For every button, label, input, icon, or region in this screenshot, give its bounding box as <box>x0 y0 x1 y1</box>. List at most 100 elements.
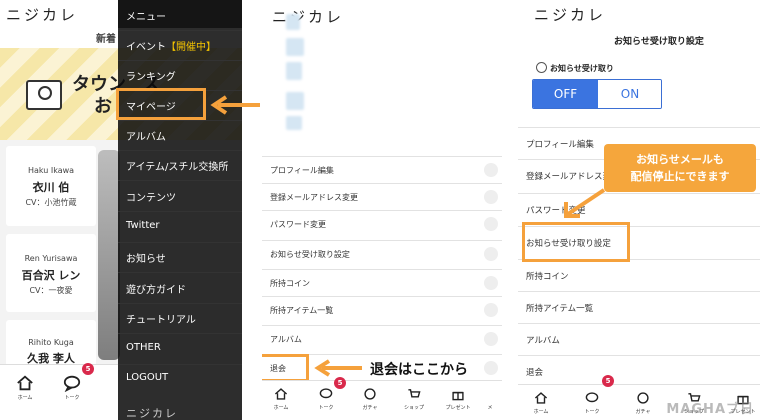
drawer-footer-logo: ニジカレ <box>126 407 178 420</box>
menu-item-other[interactable]: OTHER <box>126 342 161 353</box>
notification-toggle[interactable]: OFF ON <box>532 79 662 109</box>
gacha-icon[interactable] <box>636 391 650 405</box>
nav-talk-label: トーク <box>318 405 334 411</box>
nav-shop-label: ショップ <box>403 405 424 411</box>
character-card[interactable]: Haku Ikawa 衣川 伯 CV：小池竹蔵 <box>6 146 96 226</box>
toggle-label: お知らせ受け取り <box>550 64 614 73</box>
menu-item-event[interactable]: イベント【開催中】 <box>126 38 216 53</box>
talk-icon[interactable] <box>585 391 599 405</box>
home-icon[interactable] <box>274 387 288 401</box>
menu-row-items[interactable]: 所持アイテム一覧 <box>518 291 760 323</box>
nav-gacha-label: ガチャ <box>362 405 378 411</box>
divider <box>118 242 242 243</box>
divider <box>118 272 242 273</box>
menu-row-coins[interactable]: 所持コイン <box>518 259 760 291</box>
nav-talk-label: トーク <box>64 395 80 401</box>
blurred-content <box>286 62 302 80</box>
menu-row-album[interactable]: アルバム <box>518 323 760 355</box>
app-logo: ニジカレ <box>6 6 79 24</box>
divider <box>118 211 242 212</box>
bell-icon <box>536 62 547 73</box>
menu-row-coins[interactable]: 所持コイン <box>262 269 502 296</box>
withdraw-callout: 退会はここから <box>370 362 468 378</box>
nav-talk-label: トーク <box>584 409 600 415</box>
nav-gacha-label: ガチャ <box>635 409 651 415</box>
arrow-left-icon <box>210 95 260 115</box>
menu-item-contents[interactable]: コンテンツ <box>126 189 176 204</box>
blurred-content <box>286 38 304 56</box>
divider <box>118 180 242 181</box>
highlight-box-mypage <box>116 88 206 120</box>
blurred-content <box>286 14 300 30</box>
nav-menu-label: メ <box>487 405 493 411</box>
cart-icon[interactable] <box>407 387 421 401</box>
blurred-content <box>286 92 304 110</box>
bottom-nav: ホーム トーク 5 ガチャ ショップ プレゼント メ <box>262 377 502 420</box>
menu-item-album[interactable]: アルバム <box>126 128 166 143</box>
nav-home-label: ホーム <box>17 395 33 401</box>
side-menu-drawer: メニュー イベント【開催中】 ランキング マイページ アルバム アイテム/スチル… <box>118 0 242 420</box>
character-card[interactable]: Rihito Kuga 久我 李人 <box>6 320 96 366</box>
nav-present-label: プレゼント <box>445 405 471 411</box>
gift-icon[interactable] <box>451 387 465 401</box>
talk-icon[interactable] <box>63 374 81 392</box>
divider <box>118 364 242 365</box>
monitor-icon <box>26 80 62 110</box>
menu-item-twitter[interactable]: Twitter <box>126 220 160 231</box>
divider <box>118 150 242 151</box>
nav-home-label: ホーム <box>273 405 289 411</box>
page-title: お知らせ受け取り設定 <box>614 37 704 47</box>
drawer-title: メニュー <box>126 12 166 23</box>
home-icon[interactable] <box>534 391 548 405</box>
arrow-down-left-icon <box>564 188 606 218</box>
gacha-icon[interactable] <box>363 387 377 401</box>
app-logo: ニジカレ <box>272 8 345 26</box>
chevron-icon <box>484 217 498 231</box>
divider <box>118 30 242 31</box>
menu-row-notification-settings[interactable]: お知らせ受け取り設定 <box>262 240 502 267</box>
app-logo: ニジカレ <box>534 6 607 24</box>
new-label: 新着 <box>96 34 116 45</box>
highlight-box-withdraw <box>262 354 309 382</box>
toggle-off-button[interactable]: OFF <box>533 80 598 108</box>
menu-item-logout[interactable]: LOGOUT <box>126 372 168 383</box>
toggle-on-button[interactable]: ON <box>598 80 661 108</box>
menu-item-ranking[interactable]: ランキング <box>126 68 176 83</box>
menu-item-news[interactable]: お知らせ <box>126 250 166 265</box>
panel-notification-settings: ニジカレ お知らせ受け取り設定 お知らせ受け取り OFF ON プロフィール編集… <box>518 0 760 420</box>
arrow-left-icon <box>314 359 362 377</box>
menu-item-guide[interactable]: 遊び方ガイド <box>126 281 186 296</box>
chevron-icon <box>484 332 498 346</box>
menu-row-password[interactable]: パスワード変更 <box>518 193 760 225</box>
menu-row-album[interactable]: アルバム <box>262 325 502 352</box>
notification-badge: 5 <box>82 363 94 375</box>
highlight-box-notification <box>522 222 630 262</box>
divider <box>118 333 242 334</box>
chevron-icon <box>484 163 498 177</box>
menu-row-email[interactable]: 登録メールアドレス変更 <box>262 183 502 210</box>
notification-badge: 5 <box>334 377 346 389</box>
chevron-icon <box>484 190 498 204</box>
menu-item-tutorial[interactable]: チュートリアル <box>126 311 196 326</box>
screenshot-canvas: ニジカレ 新着 タウンス お Haku Ikawa 衣川 伯 CV：小池竹蔵 R… <box>0 0 760 420</box>
blurred-content <box>286 116 302 130</box>
chevron-icon <box>484 276 498 290</box>
divider <box>118 120 242 121</box>
panel-menu-drawer: ニジカレ 新着 タウンス お Haku Ikawa 衣川 伯 CV：小池竹蔵 R… <box>0 0 242 420</box>
menu-row-profile[interactable]: プロフィール編集 <box>262 156 502 183</box>
character-card[interactable]: Ren Yurisawa 百合沢 レン CV：一夜愛 <box>6 234 96 312</box>
nav-home-label: ホーム <box>533 409 549 415</box>
divider <box>118 303 242 304</box>
chevron-icon <box>484 303 498 317</box>
divider <box>118 60 242 61</box>
notification-badge: 5 <box>602 375 614 387</box>
chevron-icon <box>484 361 498 375</box>
character-illustration <box>98 150 120 360</box>
menu-row-withdraw[interactable]: 退会 <box>518 355 760 387</box>
menu-item-exchange[interactable]: アイテム/スチル交換所 <box>126 158 228 173</box>
menu-row-items[interactable]: 所持アイテム一覧 <box>262 296 502 323</box>
menu-row-password[interactable]: パスワード変更 <box>262 210 502 237</box>
talk-icon[interactable] <box>319 387 333 401</box>
home-icon[interactable] <box>16 374 34 392</box>
note-callout: お知らせメールも 配信停止にできます <box>604 144 756 192</box>
